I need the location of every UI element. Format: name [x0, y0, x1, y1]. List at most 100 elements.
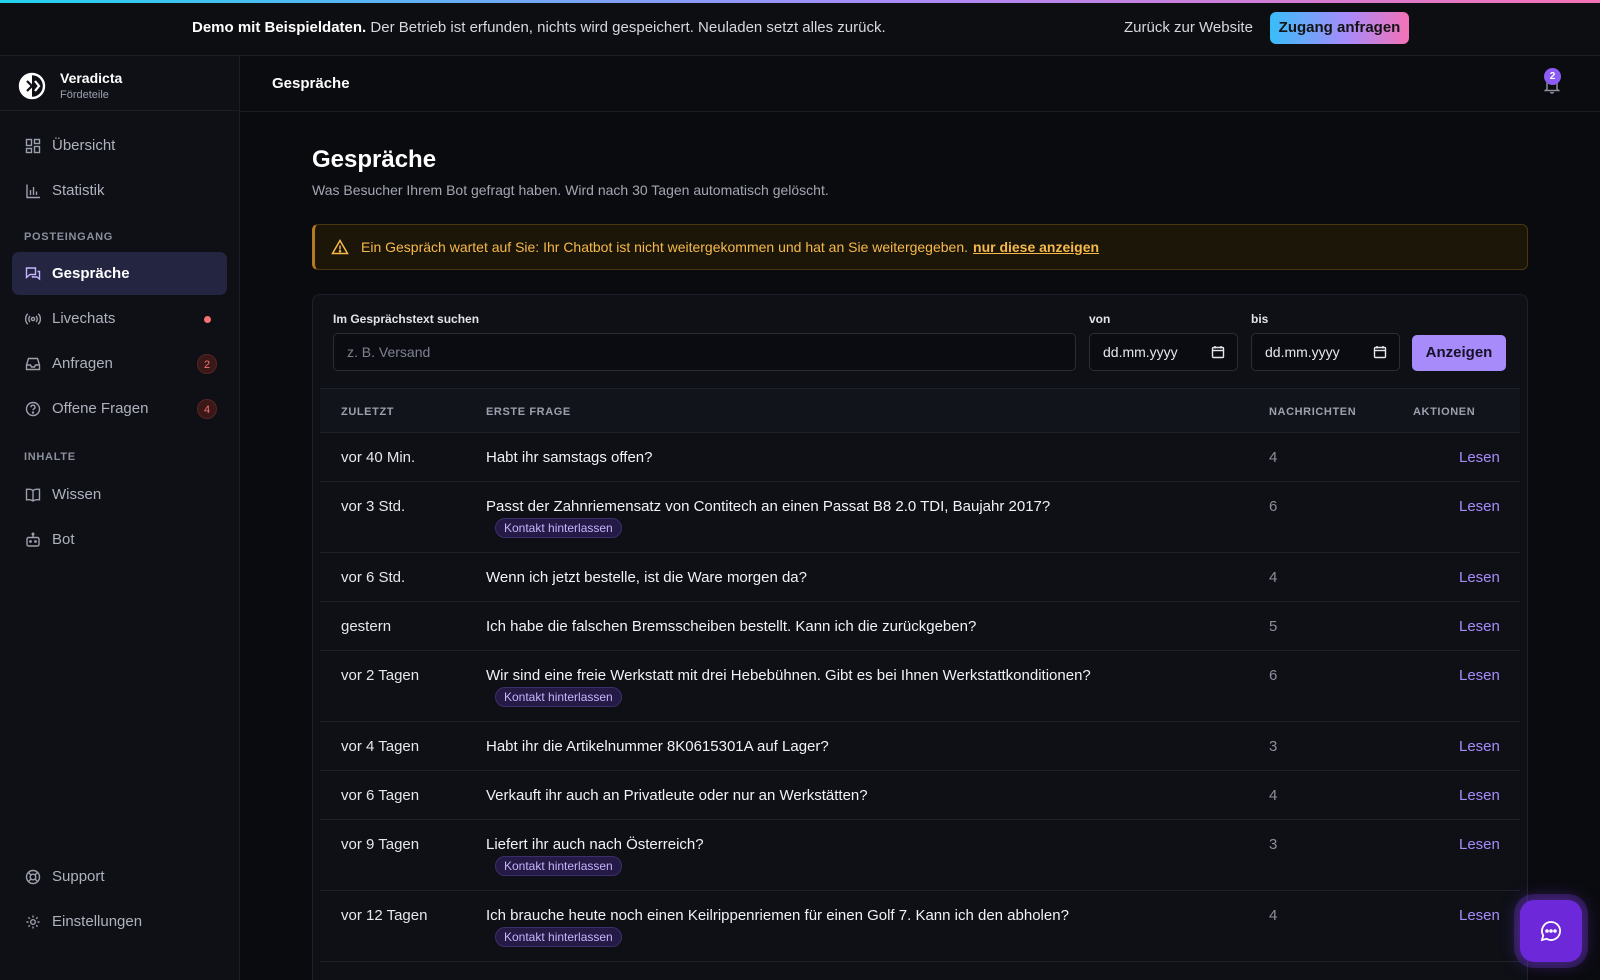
table-row[interactable]: vor 12 Tagen Ich brauche heute noch eine… [320, 891, 1520, 962]
read-link[interactable]: Lesen [1459, 787, 1500, 804]
contact-left-tag: Kontakt hinterlassen [495, 687, 622, 707]
lifebuoy-icon [24, 868, 42, 886]
sidebar-item-label: Bot [52, 531, 75, 548]
read-link[interactable]: Lesen [1459, 836, 1500, 853]
read-link[interactable]: Lesen [1459, 449, 1500, 466]
show-button[interactable]: Anzeigen [1412, 335, 1506, 371]
cell-time: vor 6 Std. [341, 569, 406, 586]
cell-messages: 3 [1269, 836, 1278, 853]
cell-question: Ich habe die falschen Bremsscheiben best… [486, 618, 977, 635]
sidebar-item-label: Offene Fragen [52, 400, 149, 417]
chat-launcher-button[interactable] [1520, 900, 1582, 962]
date-placeholder: dd.mm.yyyy [1265, 344, 1340, 360]
table-row[interactable]: vor 4 Tagen Habt ihr die Artikelnummer 8… [320, 722, 1520, 771]
inbox-icon [24, 355, 42, 373]
cell-messages: 4 [1269, 449, 1278, 466]
banner-accent-line [0, 0, 1600, 3]
back-to-website-link[interactable]: Zurück zur Website [1124, 19, 1253, 36]
handover-alert: Ein Gespräch wartet auf Sie: Ihr Chatbot… [312, 224, 1528, 270]
cell-time: vor 40 Min. [341, 449, 416, 466]
sidebar-item-conversations[interactable]: Gespräche [12, 252, 227, 295]
cell-question: Habt ihr samstags offen? [486, 449, 653, 466]
sidebar: Veradicta Fördeteile Übersicht Statistik… [0, 56, 240, 980]
page-subtitle: Was Besucher Ihrem Bot gefragt haben. Wi… [312, 182, 829, 198]
cell-time: vor 4 Tagen [341, 738, 420, 755]
cell-question: Ich brauche heute noch einen Keilrippenr… [486, 907, 1069, 924]
cell-question: Wenn ich jetzt bestelle, ist die Ware mo… [486, 569, 807, 586]
sidebar-item-statistics[interactable]: Statistik [12, 169, 227, 212]
calendar-icon[interactable] [1373, 345, 1387, 359]
show-only-these-link[interactable]: nur diese anzeigen [973, 239, 1099, 255]
section-content-heading: INHALTE [24, 451, 76, 463]
from-date-input[interactable]: dd.mm.yyyy [1089, 333, 1238, 371]
contact-left-tag: Kontakt hinterlassen [495, 518, 622, 538]
sidebar-item-livechats[interactable]: Livechats [12, 297, 227, 340]
table-row[interactable]: gestern Ich habe die falschen Bremsschei… [320, 602, 1520, 651]
header-title: Gespräche [272, 75, 350, 92]
read-link[interactable]: Lesen [1459, 738, 1500, 755]
chat-bubbles-icon [24, 265, 42, 283]
cell-messages: 6 [1269, 667, 1278, 684]
table-row[interactable]: vor 3 Std. Passt der Zahnriemensatz von … [320, 482, 1520, 553]
sidebar-item-label: Übersicht [52, 137, 116, 154]
cell-messages: 4 [1269, 907, 1278, 924]
sidebar-item-open-questions[interactable]: Offene Fragen 4 [12, 387, 227, 430]
cell-time: gestern [341, 618, 392, 635]
cell-time: vor 9 Tagen [341, 836, 420, 853]
to-date-label: bis [1251, 312, 1269, 326]
cell-question: Verkauft ihr auch an Privatleute oder nu… [486, 787, 868, 804]
page-title: Gespräche [312, 146, 437, 173]
read-link[interactable]: Lesen [1459, 907, 1500, 924]
demo-notice-bold: Demo mit Beispieldaten. [192, 19, 367, 36]
column-header-last[interactable]: ZULETZT [341, 406, 394, 418]
column-header-first-question[interactable]: ERSTE FRAGE [486, 406, 571, 418]
broadcast-icon [24, 310, 42, 328]
contact-left-tag: Kontakt hinterlassen [495, 927, 622, 947]
sidebar-item-settings[interactable]: Einstellungen [12, 900, 227, 943]
count-badge: 2 [197, 354, 217, 374]
table-row[interactable]: vor 6 Std. Wenn ich jetzt bestelle, ist … [320, 553, 1520, 602]
table-row[interactable]: vor 6 Tagen Verkauft ihr auch an Privatl… [320, 771, 1520, 820]
column-header-messages[interactable]: NACHRICHTEN [1269, 406, 1356, 418]
table-row[interactable]: vor 9 Tagen Liefert ihr auch nach Österr… [320, 820, 1520, 891]
gear-icon [24, 913, 42, 931]
to-date-input[interactable]: dd.mm.yyyy [1251, 333, 1400, 371]
date-placeholder: dd.mm.yyyy [1103, 344, 1178, 360]
sidebar-item-support[interactable]: Support [12, 855, 227, 898]
cell-question: Liefert ihr auch nach Österreich? [486, 836, 704, 853]
table-row[interactable]: vor 40 Min. Habt ihr samstags offen? 4 L… [320, 433, 1520, 482]
sidebar-item-label: Statistik [52, 182, 105, 199]
calendar-icon[interactable] [1211, 345, 1225, 359]
search-label: Im Gesprächstext suchen [333, 312, 480, 326]
read-link[interactable]: Lesen [1459, 618, 1500, 635]
cell-time: vor 6 Tagen [341, 787, 420, 804]
read-link[interactable]: Lesen [1459, 667, 1500, 684]
cell-messages: 4 [1269, 787, 1278, 804]
sidebar-item-label: Einstellungen [52, 913, 143, 930]
cell-messages: 3 [1269, 738, 1278, 755]
demo-banner: Demo mit Beispieldaten. Der Betrieb ist … [0, 0, 1600, 56]
table-row[interactable]: vor 2 Tagen Wir sind eine freie Werkstat… [320, 651, 1520, 722]
book-icon [24, 486, 42, 504]
sidebar-item-requests[interactable]: Anfragen 2 [12, 342, 227, 385]
sidebar-item-label: Support [52, 868, 105, 885]
cell-question: Wir sind eine freie Werkstatt mit drei H… [486, 667, 1091, 684]
column-header-actions: AKTIONEN [1413, 406, 1476, 418]
top-header: Gespräche 2 [240, 56, 1600, 112]
brand-logo-icon [18, 72, 46, 100]
read-link[interactable]: Lesen [1459, 569, 1500, 586]
contact-left-tag: Kontakt hinterlassen [495, 856, 622, 876]
sidebar-item-overview[interactable]: Übersicht [12, 124, 227, 167]
sidebar-item-bot[interactable]: Bot [12, 518, 227, 561]
live-indicator-dot [204, 316, 211, 323]
robot-icon [24, 531, 42, 549]
search-input[interactable]: z. B. Versand [333, 333, 1076, 371]
question-circle-icon [24, 400, 42, 418]
sidebar-item-knowledge[interactable]: Wissen [12, 473, 227, 516]
warning-icon [331, 238, 349, 255]
read-link[interactable]: Lesen [1459, 498, 1500, 515]
sidebar-item-label: Anfragen [52, 355, 113, 372]
count-badge: 4 [197, 399, 217, 419]
request-access-button[interactable]: Zugang anfragen [1270, 12, 1409, 44]
cell-time: vor 3 Std. [341, 498, 406, 515]
